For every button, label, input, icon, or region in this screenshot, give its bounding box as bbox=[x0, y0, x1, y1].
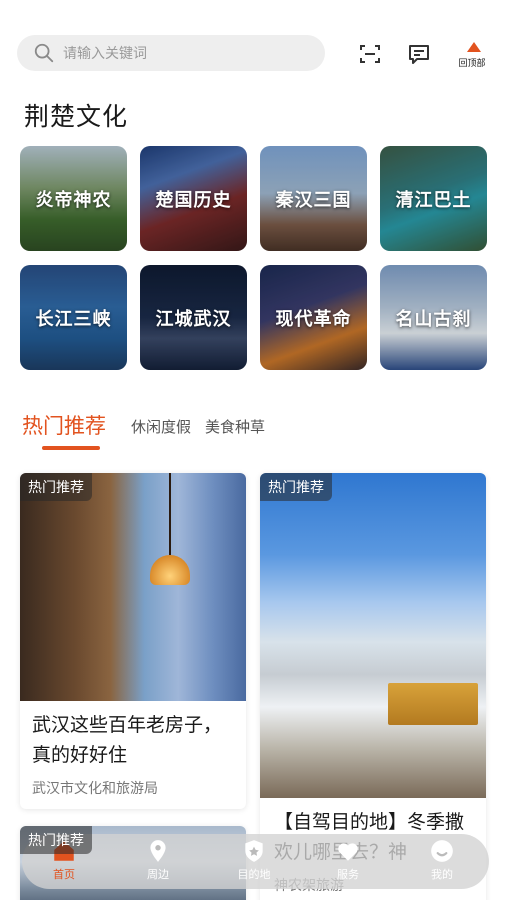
lamp-decoration bbox=[150, 555, 190, 585]
nav-destination[interactable]: 目的地 bbox=[224, 838, 284, 882]
tile-label: 江城武汉 bbox=[155, 308, 232, 330]
tile-label: 清江巴土 bbox=[395, 189, 472, 211]
culture-tile[interactable]: 现代革命 bbox=[260, 265, 367, 370]
tile-label: 秦汉三国 bbox=[275, 189, 352, 211]
article-title: 武汉这些百年老房子，真的好好住 bbox=[32, 714, 223, 766]
culture-tile[interactable]: 江城武汉 bbox=[140, 265, 247, 370]
article-image bbox=[20, 473, 246, 701]
tab-leisure[interactable]: 休闲度假 bbox=[131, 416, 191, 437]
bottom-nav: 首页 周边 目的地 服务 我的 bbox=[22, 834, 489, 889]
nav-label: 我的 bbox=[431, 868, 453, 881]
search-icon bbox=[34, 43, 54, 63]
message-icon[interactable] bbox=[407, 42, 431, 66]
search-bar[interactable]: 请输入关键词 bbox=[17, 35, 325, 71]
culture-tile[interactable]: 楚国历史 bbox=[140, 146, 247, 251]
culture-tile[interactable]: 长江三峡 bbox=[20, 265, 127, 370]
article-image bbox=[260, 473, 486, 798]
nav-profile[interactable]: 我的 bbox=[412, 838, 472, 882]
nav-label: 服务 bbox=[337, 868, 359, 881]
nav-label: 周边 bbox=[147, 868, 169, 881]
arrow-up-icon bbox=[467, 42, 481, 52]
location-pin-icon bbox=[150, 840, 166, 862]
hotel-building bbox=[388, 683, 478, 725]
profile-icon bbox=[431, 840, 453, 862]
tile-label: 楚国历史 bbox=[155, 189, 232, 211]
destination-shield-icon bbox=[245, 840, 263, 862]
tab-hot[interactable]: 热门推荐 bbox=[22, 410, 106, 440]
culture-tile[interactable]: 秦汉三国 bbox=[260, 146, 367, 251]
tile-label: 长江三峡 bbox=[35, 308, 112, 330]
article-card[interactable]: 热门推荐 武汉这些百年老房子，真的好好住 武汉市文化和旅游局 bbox=[20, 473, 246, 809]
tile-label: 炎帝神农 bbox=[35, 189, 112, 211]
culture-tile[interactable]: 炎帝神农 bbox=[20, 146, 127, 251]
tile-label: 现代革命 bbox=[275, 308, 352, 330]
culture-tile[interactable]: 清江巴土 bbox=[380, 146, 487, 251]
section-title: 荆楚文化 bbox=[24, 102, 129, 131]
tile-label: 名山古刹 bbox=[395, 308, 472, 330]
culture-tile[interactable]: 名山古刹 bbox=[380, 265, 487, 370]
nav-label: 目的地 bbox=[237, 868, 271, 881]
back-to-top-button[interactable]: 回顶部 bbox=[458, 42, 490, 69]
tab-active-indicator bbox=[42, 446, 100, 450]
nav-label: 首页 bbox=[53, 868, 75, 881]
service-heart-icon bbox=[338, 843, 358, 861]
search-input[interactable]: 请输入关键词 bbox=[63, 43, 147, 63]
hot-badge: 热门推荐 bbox=[20, 826, 92, 854]
nav-nearby[interactable]: 周边 bbox=[128, 838, 188, 882]
hot-badge: 热门推荐 bbox=[20, 473, 92, 501]
nav-service[interactable]: 服务 bbox=[318, 838, 378, 882]
article-source: 武汉市文化和旅游局 bbox=[32, 781, 158, 797]
hot-badge: 热门推荐 bbox=[260, 473, 332, 501]
scan-icon[interactable] bbox=[358, 42, 382, 66]
back-to-top-label: 回顶部 bbox=[458, 59, 486, 69]
tab-food[interactable]: 美食种草 bbox=[205, 416, 265, 437]
